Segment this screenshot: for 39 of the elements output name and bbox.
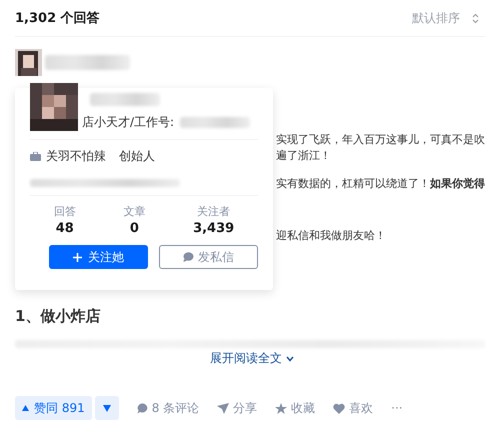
profile-headline: 店小天才/工作号: xyxy=(82,114,174,131)
answer-text: 实有数据的，杠精可以绕道了！如果你觉得 xyxy=(276,176,485,192)
speech-bubble-icon xyxy=(136,402,148,414)
share-button[interactable]: 分享 xyxy=(217,400,258,416)
stat-label: 文章 xyxy=(123,204,146,219)
stat-value: 48 xyxy=(56,221,74,236)
plus-icon xyxy=(72,252,82,262)
sort-icon xyxy=(472,12,479,24)
favorite-button[interactable]: 收藏 xyxy=(275,400,316,416)
company-name: 关羽不怕辣 xyxy=(46,148,106,165)
heart-icon xyxy=(333,402,346,414)
speech-bubble-icon xyxy=(182,252,194,262)
sort-button[interactable]: 默认排序 xyxy=(412,10,485,26)
answer-text: 实现了飞跃，年入百万这事儿，可真不是吹 xyxy=(276,132,485,148)
section-heading: 1、做小炸店 xyxy=(15,307,102,326)
blurred-name xyxy=(90,93,160,106)
message-button[interactable]: 发私信 xyxy=(158,245,258,269)
answer-text: 遍了浙江！ xyxy=(276,148,332,164)
paper-plane-icon xyxy=(217,402,230,414)
chevron-down-icon xyxy=(286,356,294,362)
star-icon xyxy=(275,402,288,414)
more-button[interactable]: ··· xyxy=(391,401,403,415)
comments-button[interactable]: 8 条评论 xyxy=(136,400,200,416)
expand-link[interactable]: 展开阅读全文 xyxy=(210,350,294,367)
triangle-down-icon xyxy=(102,404,111,412)
stat-label: 关注者 xyxy=(197,204,230,219)
blurred-text xyxy=(180,117,250,128)
like-button[interactable]: 喜欢 xyxy=(333,400,374,416)
job-title: 创始人 xyxy=(119,148,155,165)
answer-text: 迎私信和我做朋友哈！ xyxy=(276,228,387,244)
stat-label: 回答 xyxy=(54,204,76,219)
follow-button[interactable]: 关注她 xyxy=(49,245,148,269)
triangle-up-icon xyxy=(22,405,29,411)
upvote-button[interactable]: 赞同 891 xyxy=(15,396,92,420)
downvote-button[interactable] xyxy=(94,396,119,420)
stat-value: 3,439 xyxy=(193,221,234,236)
briefcase-icon xyxy=(30,152,41,161)
stat-value: 0 xyxy=(130,221,139,236)
answer-count: 1,302 个回答 xyxy=(15,10,100,27)
